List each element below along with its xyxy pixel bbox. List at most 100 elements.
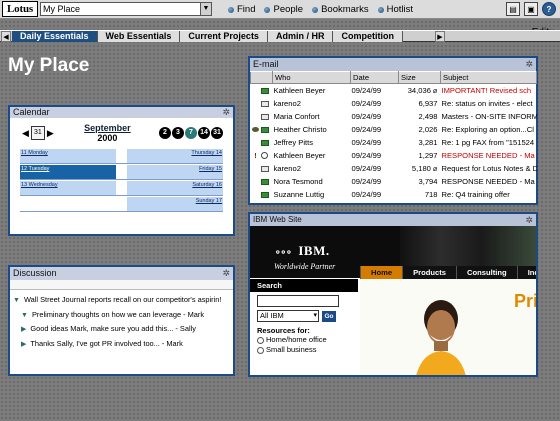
tab-web-essentials[interactable]: Web Essentials: [97, 31, 181, 42]
ibm-nav-home[interactable]: Home: [360, 266, 403, 279]
tab-competition[interactable]: Competition: [333, 31, 403, 42]
header-size[interactable]: Size: [398, 71, 441, 84]
calendar-icon[interactable]: 31: [30, 126, 45, 140]
day-cell-monday[interactable]: 11 Monday: [20, 149, 116, 163]
ibm-nav-products[interactable]: Products: [402, 266, 456, 279]
email-row[interactable]: Jeffrey Pitts 09/24/99 3,281 Re: 1 pg FAX f…: [251, 136, 537, 149]
email-row[interactable]: Nora Tesmond 09/24/99 3,794 RESPONSE NEEDED…: [251, 175, 537, 188]
header-who[interactable]: Who: [272, 71, 351, 84]
ibm-nav-consulting[interactable]: Consulting: [456, 266, 517, 279]
day-cell-saturday[interactable]: Saturday 16: [127, 181, 223, 195]
tab-current-projects[interactable]: Current Projects: [180, 31, 268, 42]
email-row[interactable]: kareno2 09/24/99 5,180 ⌀ Request for Lotus N…: [251, 162, 537, 175]
email-row[interactable]: kareno2 09/24/99 6,937 Re: status on invite…: [251, 97, 537, 110]
email-row[interactable]: Suzanne Luttig 09/24/99 718 Re: Q4 training…: [251, 188, 537, 201]
header-subject[interactable]: Subject: [440, 71, 537, 84]
envelope-new-icon: [260, 126, 269, 133]
who-cell: Jeffrey Pitts: [273, 137, 314, 147]
go-button[interactable]: Go: [322, 310, 336, 322]
email-row[interactable]: Heather Christo 09/24/99 2,026 Re: Explorin…: [251, 123, 537, 136]
day-cell-wednesday[interactable]: 13 Wednesday: [20, 181, 116, 195]
tab-scroll-right-icon[interactable]: ▶: [435, 31, 445, 42]
next-month-icon[interactable]: ▶: [47, 128, 54, 139]
size-value: 34,036: [407, 85, 431, 95]
day-dot-selected[interactable]: 7: [185, 127, 197, 139]
week-row: 12 Tuesday Friday 15: [20, 164, 223, 180]
day-dot[interactable]: 3: [172, 127, 184, 139]
day-dot[interactable]: 31: [211, 127, 223, 139]
tab-daily-essentials[interactable]: Daily Essentials: [12, 31, 98, 42]
day-cell-thursday[interactable]: Thursday 14: [127, 149, 223, 163]
resource-link-label: Small business: [266, 345, 317, 354]
thread-item[interactable]: ▶ Good ideas Mark, make sure you add this…: [13, 322, 230, 337]
envelope-cell: [260, 136, 273, 149]
envelope-cell: [260, 175, 273, 188]
day-dot[interactable]: 2: [159, 127, 171, 139]
header-date[interactable]: Date: [350, 71, 399, 84]
expand-down-icon[interactable]: ▼: [21, 309, 28, 323]
month-label[interactable]: September 2000: [56, 123, 159, 143]
top-icons: ▤ ▣ ?: [506, 2, 556, 16]
ibm-sidebar: Search All IBM Go Resources for: Home/ho…: [250, 279, 358, 375]
resource-link[interactable]: Home/home office: [257, 335, 358, 345]
date-cell: 09/24/99: [351, 111, 382, 121]
ibm-logo[interactable]: ⚬⚬⚬ IBM.: [274, 243, 330, 259]
envelope-read-icon: [260, 113, 269, 120]
envelope-read-icon: [260, 100, 269, 107]
expand-right-icon[interactable]: ▶: [21, 323, 26, 337]
prev-month-icon[interactable]: ◀: [22, 128, 29, 139]
help-icon[interactable]: ?: [542, 2, 556, 16]
expand-down-icon[interactable]: ▼: [13, 294, 20, 308]
settings-icon[interactable]: ✲: [525, 58, 533, 71]
status-circle-icon: [260, 152, 268, 159]
chevron-down-icon[interactable]: ▼: [200, 3, 211, 15]
size-cell: 3,281: [399, 136, 441, 149]
tab-scroll-left-icon[interactable]: ◀: [1, 31, 11, 42]
bookmarks-link[interactable]: Bookmarks: [312, 3, 369, 16]
thread-item[interactable]: ▼ Wall Street Journal reports recall on o…: [13, 293, 230, 308]
day-dots: 2 3 7 14 31: [159, 127, 223, 139]
screen-icon[interactable]: ▣: [524, 2, 538, 16]
size-cell: 1,297: [399, 149, 441, 162]
resource-link[interactable]: Small business: [257, 345, 358, 355]
thread-text: Wall Street Journal reports recall on ou…: [23, 295, 222, 304]
resources-label: Resources for:: [257, 326, 310, 335]
ibm-nav-industries[interactable]: Ind: [516, 266, 536, 279]
settings-icon[interactable]: ✲: [525, 214, 533, 226]
find-link[interactable]: Find: [228, 3, 255, 16]
page-title: My Place: [8, 55, 90, 76]
email-header-row: Who Date Size Subject: [250, 71, 537, 84]
scope-select[interactable]: All IBM: [257, 310, 319, 322]
search-input[interactable]: [257, 295, 339, 307]
email-row[interactable]: Maria Confort 09/24/99 2,498 Masters - ON-S…: [251, 110, 537, 123]
settings-icon[interactable]: ✲: [222, 107, 230, 118]
tab-admin-hr[interactable]: Admin / HR: [267, 31, 334, 42]
place-select[interactable]: My Place ▼: [40, 2, 212, 16]
thread-item[interactable]: ▼ Preliminary thoughts on how we can leve…: [13, 308, 230, 323]
hotlist-link[interactable]: Hotlist: [377, 3, 413, 16]
promo-text[interactable]: Pri: [514, 291, 536, 312]
email-title-bar: E-mail ✲: [250, 58, 536, 71]
radio-icon: [257, 346, 264, 354]
year: 2000: [97, 133, 118, 143]
who-cell: Heather Christo: [273, 124, 327, 134]
day-cell-friday[interactable]: Friday 15: [127, 165, 223, 179]
calendar-title-bar: Calendar ✲: [10, 107, 233, 118]
bullet-icon: [264, 6, 271, 13]
date-cell: 09/24/99: [351, 124, 382, 134]
expand-right-icon[interactable]: ▶: [21, 338, 26, 352]
people-link[interactable]: People: [264, 3, 303, 16]
settings-icon[interactable]: ✲: [222, 267, 230, 280]
email-row[interactable]: ! Kathleen Beyer 09/24/99 1,297 RESPONSE NEE…: [251, 149, 537, 162]
day-cell-tuesday[interactable]: 12 Tuesday: [20, 165, 116, 179]
email-row[interactable]: Kathleen Beyer 09/24/99 34,036 ⌀ IMPORTANT! …: [251, 84, 537, 97]
thread-text: Good ideas Mark, make sure you add this.…: [30, 324, 196, 333]
subject-cell: Re: Q4 training offer: [441, 189, 510, 199]
discussion-title-bar: Discussion ✲: [10, 267, 233, 280]
bookmark-icon[interactable]: ▤: [506, 2, 520, 16]
thread-item[interactable]: ▶ Thanks Sally, I've got PR involved too.…: [13, 337, 230, 352]
date-cell: 09/24/99: [351, 98, 382, 108]
bullet-icon: [377, 6, 384, 13]
day-cell-sunday[interactable]: Sunday 17: [127, 197, 223, 211]
day-dot[interactable]: 14: [198, 127, 210, 139]
